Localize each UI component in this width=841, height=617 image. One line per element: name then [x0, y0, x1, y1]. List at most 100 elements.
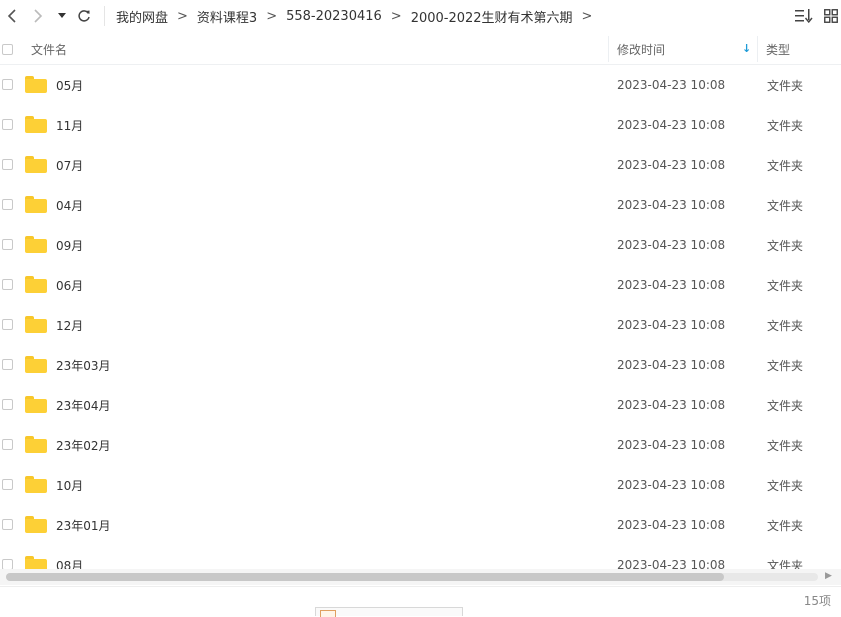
- folder-icon: [25, 236, 47, 253]
- column-name-header[interactable]: 文件名: [31, 34, 67, 64]
- file-name[interactable]: 08月: [56, 545, 83, 570]
- breadcrumb-item[interactable]: 资料课程3: [197, 7, 257, 26]
- breadcrumb-separator: >: [266, 8, 278, 24]
- table-row[interactable]: 23年04月 2023-04-23 10:08 文件夹: [0, 385, 841, 425]
- column-divider[interactable]: [608, 36, 609, 62]
- folder-icon: [25, 156, 47, 173]
- history-dropdown-button[interactable]: [54, 6, 70, 26]
- status-bar: 15项: [0, 586, 841, 617]
- folder-icon: [25, 436, 47, 453]
- table-row[interactable]: 23年02月 2023-04-23 10:08 文件夹: [0, 425, 841, 465]
- row-checkbox[interactable]: [2, 559, 13, 569]
- chevron-right-icon: [34, 9, 43, 23]
- folder-icon: [25, 196, 47, 213]
- grid-view-icon: [824, 9, 838, 23]
- file-modified-time: 2023-04-23 10:08: [617, 358, 726, 372]
- file-name[interactable]: 23年03月: [56, 345, 111, 385]
- row-checkbox[interactable]: [2, 239, 13, 250]
- table-row[interactable]: 10月 2023-04-23 10:08 文件夹: [0, 465, 841, 505]
- item-count: 15项: [803, 593, 831, 608]
- scrollbar-thumb[interactable]: [6, 573, 724, 581]
- file-type: 文件夹: [767, 198, 804, 213]
- file-type: 文件夹: [767, 438, 804, 453]
- row-checkbox[interactable]: [2, 399, 13, 410]
- file-name[interactable]: 07月: [56, 145, 83, 185]
- row-checkbox[interactable]: [2, 439, 13, 450]
- file-name[interactable]: 12月: [56, 305, 83, 345]
- table-row[interactable]: 07月 2023-04-23 10:08 文件夹: [0, 145, 841, 185]
- sort-button[interactable]: [795, 7, 813, 25]
- grid-view-button[interactable]: [822, 7, 840, 25]
- file-name[interactable]: 23年04月: [56, 385, 111, 425]
- file-type: 文件夹: [767, 78, 804, 93]
- breadcrumb-item[interactable]: 558-20230416: [286, 9, 382, 24]
- row-checkbox[interactable]: [2, 319, 13, 330]
- breadcrumb: 我的网盘 > 资料课程3 > 558-20230416 > 2000-2022生…: [116, 0, 601, 32]
- breadcrumb-separator: >: [177, 8, 188, 24]
- file-type: 文件夹: [767, 398, 804, 413]
- column-header: 文件名 修改时间 ↓ 类型: [0, 34, 841, 65]
- file-type: 文件夹: [767, 158, 804, 173]
- table-row[interactable]: 23年01月 2023-04-23 10:08 文件夹: [0, 505, 841, 545]
- row-checkbox[interactable]: [2, 79, 13, 90]
- file-name[interactable]: 23年01月: [56, 505, 111, 545]
- breadcrumb-item[interactable]: 2000-2022生财有术第六期: [411, 7, 573, 26]
- folder-icon: [25, 276, 47, 293]
- table-row[interactable]: 04月 2023-04-23 10:08 文件夹: [0, 185, 841, 225]
- back-button[interactable]: [2, 6, 22, 26]
- file-name[interactable]: 11月: [56, 105, 83, 145]
- file-type: 文件夹: [767, 118, 804, 133]
- refresh-button[interactable]: [74, 6, 94, 26]
- table-row[interactable]: 23年03月 2023-04-23 10:08 文件夹: [0, 345, 841, 385]
- navigation-bar: 我的网盘 > 资料课程3 > 558-20230416 > 2000-2022生…: [0, 0, 841, 32]
- file-modified-time: 2023-04-23 10:08: [617, 558, 726, 569]
- row-checkbox[interactable]: [2, 479, 13, 490]
- table-row[interactable]: 09月 2023-04-23 10:08 文件夹: [0, 225, 841, 265]
- row-checkbox[interactable]: [2, 199, 13, 210]
- column-divider[interactable]: [757, 36, 758, 62]
- column-modified-header[interactable]: 修改时间: [617, 34, 665, 64]
- table-row[interactable]: 06月 2023-04-23 10:08 文件夹: [0, 265, 841, 305]
- file-modified-time: 2023-04-23 10:08: [617, 278, 726, 292]
- table-row[interactable]: 08月 2023-04-23 10:08 文件夹: [0, 545, 841, 569]
- file-type: 文件夹: [767, 358, 804, 373]
- file-name[interactable]: 09月: [56, 225, 83, 265]
- file-modified-time: 2023-04-23 10:08: [617, 118, 726, 132]
- table-row[interactable]: 05月 2023-04-23 10:08 文件夹: [0, 65, 841, 105]
- scroll-right-icon[interactable]: ▶: [825, 571, 832, 581]
- file-modified-time: 2023-04-23 10:08: [617, 158, 726, 172]
- folder-icon: [25, 556, 47, 569]
- folder-icon: [25, 116, 47, 133]
- file-modified-time: 2023-04-23 10:08: [617, 318, 726, 332]
- file-type: 文件夹: [767, 558, 804, 570]
- column-type-header[interactable]: 类型: [766, 34, 790, 64]
- file-modified-time: 2023-04-23 10:08: [617, 198, 726, 212]
- row-checkbox[interactable]: [2, 519, 13, 530]
- select-all-checkbox[interactable]: [2, 43, 13, 55]
- file-name[interactable]: 06月: [56, 265, 83, 305]
- toolbar-divider: [104, 6, 105, 26]
- horizontal-scrollbar[interactable]: ▶: [0, 569, 841, 585]
- breadcrumb-item[interactable]: 我的网盘: [116, 7, 168, 26]
- row-checkbox[interactable]: [2, 359, 13, 370]
- file-modified-time: 2023-04-23 10:08: [617, 438, 726, 452]
- folder-icon: [25, 396, 47, 413]
- forward-button[interactable]: [28, 6, 48, 26]
- folder-icon: [25, 316, 47, 333]
- file-list: 05月 2023-04-23 10:08 文件夹 11月 2023-04-23 …: [0, 65, 841, 569]
- file-type: 文件夹: [767, 318, 804, 333]
- row-checkbox[interactable]: [2, 119, 13, 130]
- file-name[interactable]: 05月: [56, 65, 83, 105]
- row-checkbox[interactable]: [2, 279, 13, 290]
- file-modified-time: 2023-04-23 10:08: [617, 238, 726, 252]
- table-row[interactable]: 11月 2023-04-23 10:08 文件夹: [0, 105, 841, 145]
- file-name[interactable]: 04月: [56, 185, 83, 225]
- table-row[interactable]: 12月 2023-04-23 10:08 文件夹: [0, 305, 841, 345]
- folder-icon: [25, 76, 47, 93]
- file-name[interactable]: 23年02月: [56, 425, 111, 465]
- file-name[interactable]: 10月: [56, 465, 83, 505]
- chevron-left-icon: [7, 9, 16, 23]
- breadcrumb-separator: >: [390, 8, 402, 24]
- file-type: 文件夹: [767, 238, 804, 253]
- row-checkbox[interactable]: [2, 159, 13, 170]
